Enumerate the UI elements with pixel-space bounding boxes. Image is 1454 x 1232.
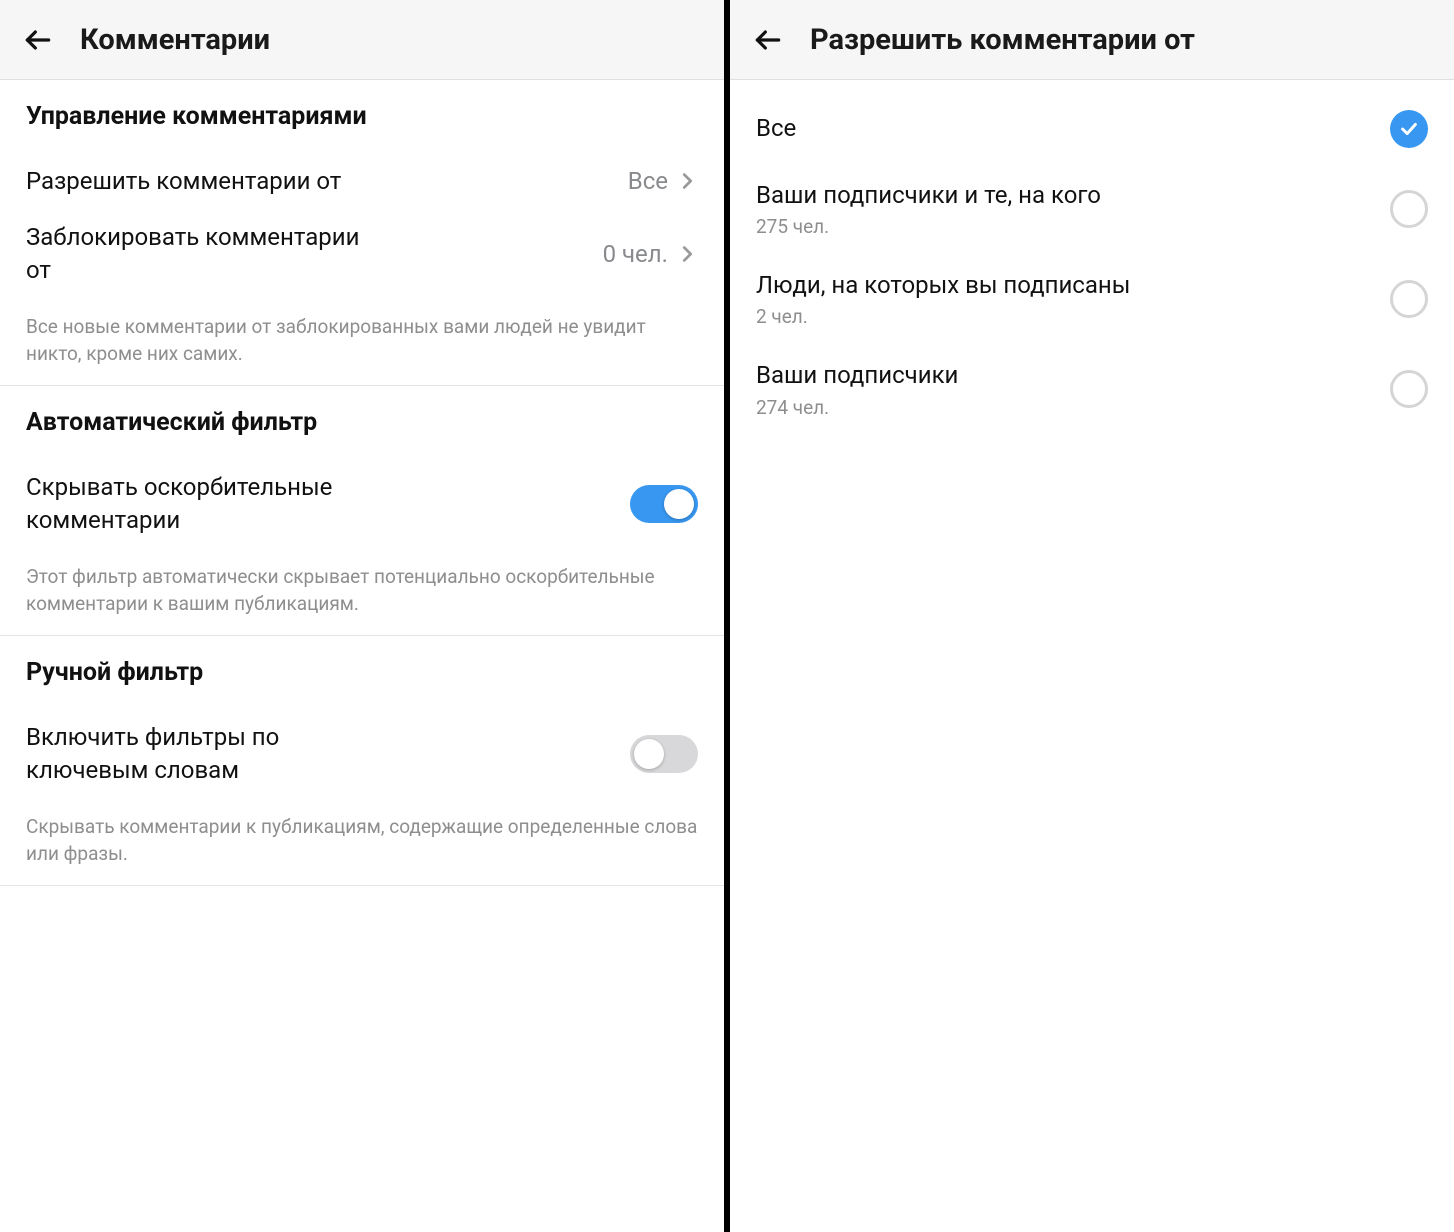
options-list: Все Ваши подписчики и те, на кого 275 че… bbox=[730, 80, 1454, 449]
toggle-knob bbox=[634, 739, 664, 769]
section-description: Скрывать комментарии к публикациям, соде… bbox=[26, 814, 698, 867]
row-value: Все bbox=[628, 167, 668, 195]
row-label: Скрывать оскорбительные комментарии bbox=[26, 471, 386, 536]
row-allow-comments-from[interactable]: Разрешить комментарии от Все bbox=[26, 153, 698, 209]
row-label: Заблокировать комментарии от bbox=[26, 221, 386, 286]
allow-comments-from-pane: Разрешить комментарии от Все Ваши подпис… bbox=[730, 0, 1454, 1232]
section-auto-filter: Автоматический фильтр Скрывать оскорбите… bbox=[0, 386, 724, 636]
section-description: Все новые комментарии от заблокированных… bbox=[26, 314, 698, 367]
option-label: Ваши подписчики и те, на кого bbox=[756, 180, 1101, 211]
radio-unchecked-icon bbox=[1390, 190, 1428, 228]
row-value-wrap: Все bbox=[628, 167, 698, 195]
option-label: Ваши подписчики bbox=[756, 360, 958, 391]
option-label: Люди, на которых вы подписаны bbox=[756, 270, 1130, 301]
chevron-right-icon bbox=[676, 170, 698, 192]
section-title-manual-filter: Ручной фильтр bbox=[26, 658, 698, 687]
toggle-knob bbox=[664, 489, 694, 519]
row-block-comments-from[interactable]: Заблокировать комментарии от 0 чел. bbox=[26, 209, 698, 298]
option-people-you-follow[interactable]: Люди, на которых вы подписаны 2 чел. bbox=[756, 254, 1428, 344]
page-title-left: Комментарии bbox=[80, 23, 270, 57]
radio-unchecked-icon bbox=[1390, 280, 1428, 318]
row-keyword-filter: Включить фильтры по ключевым словам bbox=[26, 709, 698, 798]
back-icon[interactable] bbox=[18, 20, 58, 60]
option-text: Все bbox=[756, 113, 796, 144]
header-right: Разрешить комментарии от bbox=[730, 0, 1454, 80]
option-text: Ваши подписчики 274 чел. bbox=[756, 360, 958, 418]
section-description: Этот фильтр автоматически скрывает потен… bbox=[26, 564, 698, 617]
option-sublabel: 274 чел. bbox=[756, 396, 958, 419]
row-value-wrap: 0 чел. bbox=[603, 240, 698, 268]
section-manual-filter: Ручной фильтр Включить фильтры по ключев… bbox=[0, 636, 724, 886]
row-hide-offensive: Скрывать оскорбительные комментарии bbox=[26, 459, 698, 548]
row-value: 0 чел. bbox=[603, 240, 668, 268]
option-your-followers[interactable]: Ваши подписчики 274 чел. bbox=[756, 344, 1428, 434]
header-left: Комментарии bbox=[0, 0, 724, 80]
radio-checked-icon bbox=[1390, 110, 1428, 148]
option-text: Люди, на которых вы подписаны 2 чел. bbox=[756, 270, 1130, 328]
option-sublabel: 275 чел. bbox=[756, 215, 1101, 238]
section-title-auto-filter: Автоматический фильтр bbox=[26, 408, 698, 437]
section-title-controls: Управление комментариями bbox=[26, 102, 698, 131]
comments-settings-pane: Комментарии Управление комментариями Раз… bbox=[0, 0, 724, 1232]
toggle-hide-offensive[interactable] bbox=[630, 485, 698, 523]
chevron-right-icon bbox=[676, 243, 698, 265]
option-sublabel: 2 чел. bbox=[756, 305, 1130, 328]
option-everyone[interactable]: Все bbox=[756, 94, 1428, 164]
row-label: Включить фильтры по ключевым словам bbox=[26, 721, 386, 786]
back-icon[interactable] bbox=[748, 20, 788, 60]
radio-unchecked-icon bbox=[1390, 370, 1428, 408]
row-label: Разрешить комментарии от bbox=[26, 165, 341, 197]
option-label: Все bbox=[756, 113, 796, 144]
section-comment-controls: Управление комментариями Разрешить комме… bbox=[0, 80, 724, 386]
page-title-right: Разрешить комментарии от bbox=[810, 23, 1195, 57]
option-followers-and-following[interactable]: Ваши подписчики и те, на кого 275 чел. bbox=[756, 164, 1428, 254]
toggle-keyword-filter[interactable] bbox=[630, 735, 698, 773]
option-text: Ваши подписчики и те, на кого 275 чел. bbox=[756, 180, 1101, 238]
two-pane-layout: Комментарии Управление комментариями Раз… bbox=[0, 0, 1454, 1232]
